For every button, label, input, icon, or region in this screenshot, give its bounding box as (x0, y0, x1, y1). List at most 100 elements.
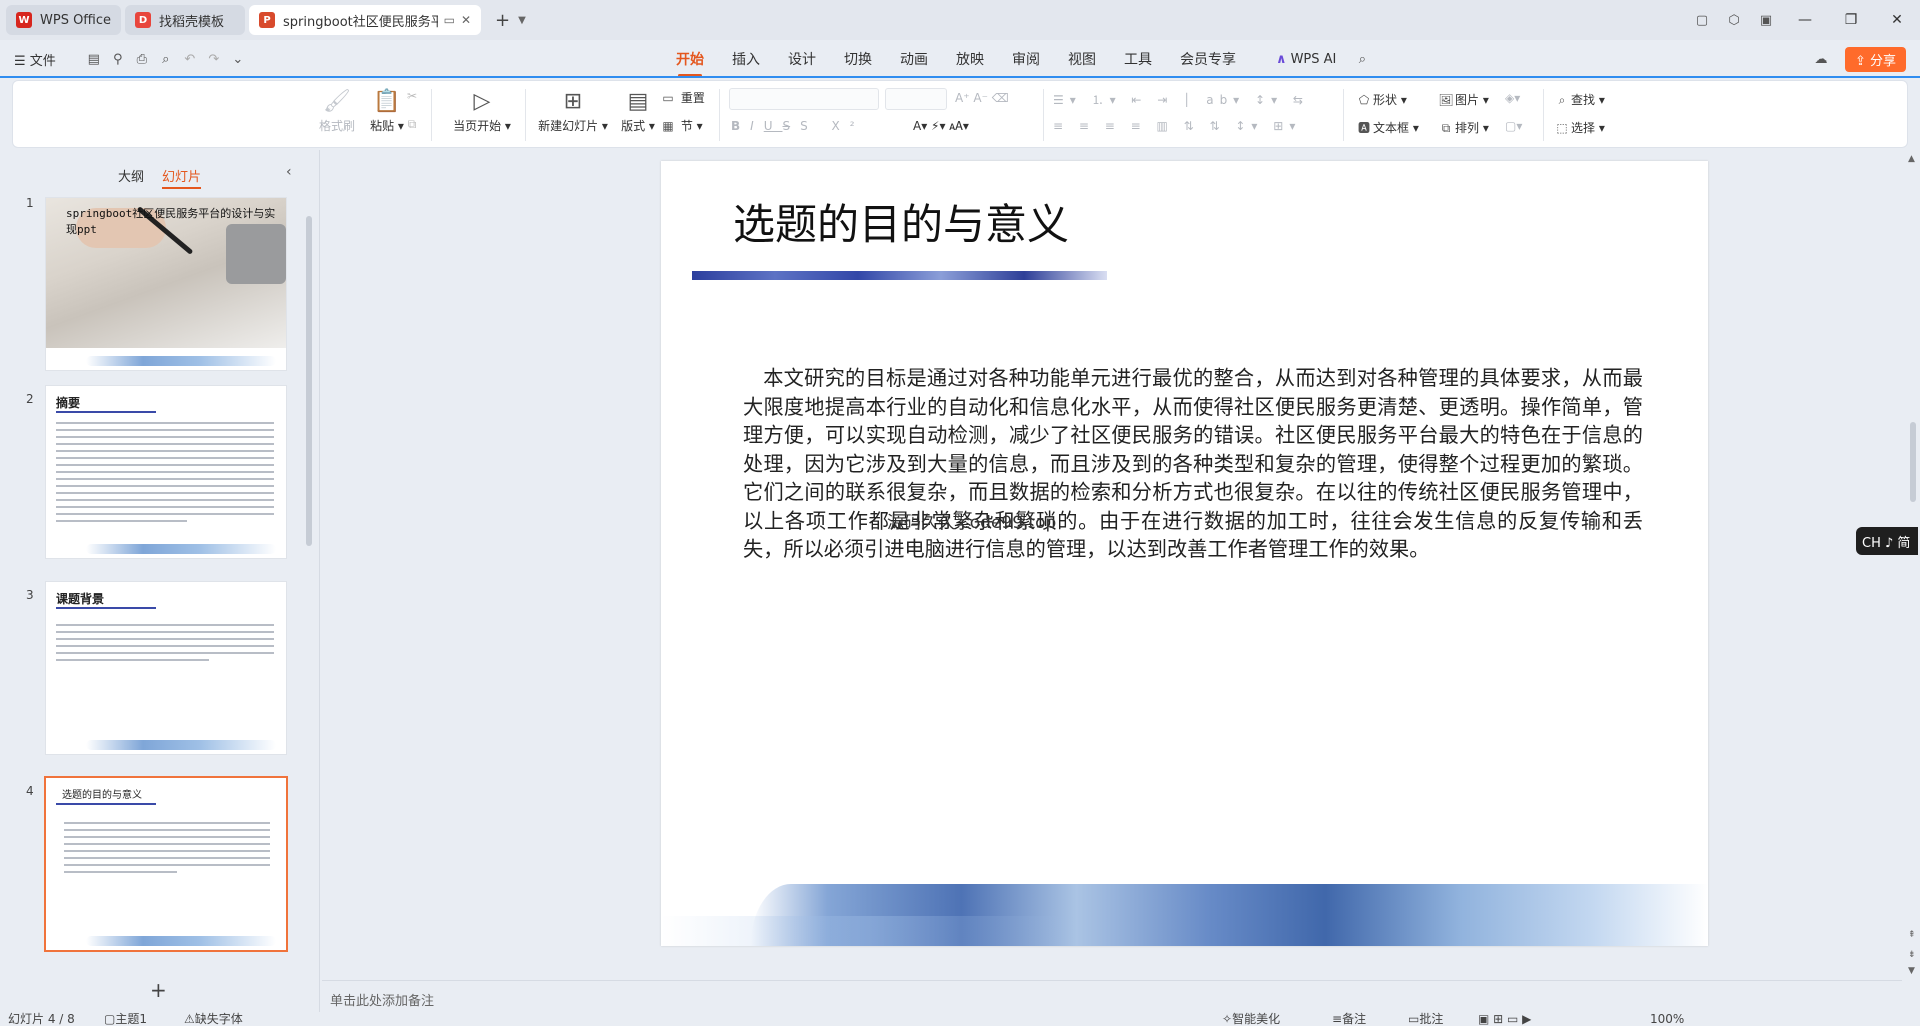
wps-ai-button[interactable]: ∧ WPS AI (1276, 52, 1336, 67)
font-family-select[interactable] (729, 88, 879, 110)
zoom-level[interactable]: 100% (1650, 1012, 1684, 1026)
picture-button[interactable]: 🖼图片 ▾ (1437, 91, 1488, 108)
comments-toggle[interactable]: ▭ 批注 (1408, 1012, 1443, 1026)
search-icon: ⌕ (1558, 93, 1566, 107)
new-slide-button[interactable]: ⊞ 新建幻灯片 ▾ (531, 87, 615, 134)
notes-area[interactable]: 单击此处添加备注 (322, 980, 1902, 1012)
chevron-down-icon[interactable]: ▼ (518, 15, 526, 26)
close-tab-icon[interactable]: ✕ (461, 13, 471, 27)
tab-home[interactable]: 开始 (676, 49, 704, 77)
section-button[interactable]: ▦ 节 ▾ (659, 117, 702, 134)
status-bar: 幻灯片 4 / 8 ▢ 主题1 ⚠ 缺失字体 ✧ 智能美化 ≡ 备注 ▭ 批注 … (0, 1012, 1920, 1026)
file-menu[interactable]: ☰ 文件 (14, 50, 56, 69)
save-icon[interactable]: ▤ (82, 52, 106, 67)
share-button[interactable]: ⇪ 分享 (1844, 46, 1906, 72)
missing-font-label[interactable]: ⚠ 缺失字体 (184, 1012, 243, 1026)
notes-toggle[interactable]: ≡ 备注 (1332, 1012, 1366, 1026)
start-show-button[interactable]: ▷ 当页开始 ▾ (445, 87, 519, 134)
shape-button[interactable]: ⬠ 形状 ▾ (1355, 91, 1407, 108)
chevron-left-icon[interactable]: ‹ (286, 164, 292, 180)
scroll-down-icon[interactable]: ▼ (1908, 966, 1915, 976)
view-mode-icons[interactable]: ▣ ⊞ ▭ ▶ (1478, 1012, 1531, 1026)
outline-icon[interactable]: ▢▾ (1505, 119, 1522, 133)
scroll-up-icon[interactable]: ▲ (1908, 154, 1915, 164)
key-icon[interactable]: ⚲ (106, 52, 130, 67)
print-preview-icon[interactable]: ⌕ (154, 52, 178, 67)
chevron-down-icon[interactable]: ⌄ (226, 52, 250, 67)
docer-logo-icon: D (135, 12, 152, 28)
picture-icon: 🖼 (1438, 93, 1454, 107)
layout-icon[interactable]: ▢ (1686, 13, 1718, 28)
theme-label[interactable]: ▢ 主题1 (104, 1012, 147, 1026)
next-slide-icon[interactable]: ⇟ (1908, 950, 1916, 960)
tab-slideshow[interactable]: 放映 (956, 49, 984, 69)
thumbnail-title: 课题背景 (56, 592, 105, 606)
slide-thumbnail-3[interactable]: 课题背景 (46, 582, 286, 754)
print-icon[interactable]: ⎙ (130, 52, 154, 67)
font-color-icon[interactable]: A▾ ⚡▾ 🗚▾ (913, 119, 969, 134)
textbox-button[interactable]: 🅰 文本框 ▾ (1355, 119, 1419, 136)
list-icons[interactable]: ☰▾ ⒈▾ ⇤ ⇥ │ ab▾ ↕▾ ⇆ (1053, 91, 1309, 108)
window-controls: ▢ ⬡ ▣ — ❐ ✕ (1686, 0, 1920, 40)
minimize-icon[interactable]: — (1782, 12, 1828, 28)
textbox-icon: 🅰 (1357, 121, 1370, 135)
prev-slide-icon[interactable]: ⇞ (1908, 930, 1916, 940)
layout-button[interactable]: ▤ 版式 ▾ (611, 87, 665, 134)
slide-thumbnail-2[interactable]: 摘要 (46, 386, 286, 558)
cloud-upload-icon[interactable]: ☁ (1809, 52, 1833, 67)
watermark: 源码久久 code99.top (887, 513, 1057, 533)
tab-wps-office[interactable]: W WPS Office (6, 5, 122, 35)
tab-current-document[interactable]: P springboot社区便民服务平 ▭ ✕ (249, 5, 482, 35)
select-icon: ⬚ (1556, 121, 1568, 135)
notes-placeholder: 单击此处添加备注 (330, 994, 435, 1009)
slide-title[interactable]: 选题的目的与意义 (733, 191, 1069, 252)
close-window-icon[interactable]: ✕ (1874, 12, 1920, 28)
tab-animation[interactable]: 动画 (900, 49, 928, 69)
current-slide[interactable]: 选题的目的与意义 本文研究的目标是通过对各种功能单元进行最优的整合，从而达到对各… (661, 161, 1708, 946)
select-button[interactable]: ⬚ 选择 ▾ (1553, 119, 1605, 136)
slide-body-text[interactable]: 本文研究的目标是通过对各种功能单元进行最优的整合，从而达到对各种管理的具体要求，… (743, 364, 1643, 564)
tab-review[interactable]: 审阅 (1012, 49, 1040, 69)
tab-design[interactable]: 设计 (788, 49, 816, 69)
redo-icon[interactable]: ↷ (202, 52, 226, 67)
tab-transition[interactable]: 切换 (844, 49, 872, 69)
cut-icon[interactable]: ✂ (403, 89, 421, 103)
slide-thumbnail-4[interactable]: 选题的目的与意义 (46, 778, 286, 950)
find-button[interactable]: ⌕ 查找 ▾ (1553, 91, 1605, 108)
slide-number: 3 (26, 588, 34, 602)
new-tab-icon[interactable]: + (495, 10, 510, 31)
add-slide-icon[interactable]: + (150, 978, 167, 1002)
arrange-button[interactable]: ⧉ 排列 ▾ (1437, 119, 1489, 136)
undo-icon[interactable]: ↶ (178, 52, 202, 67)
tab-insert[interactable]: 插入 (732, 49, 760, 69)
reset-icon: ▭ (662, 91, 674, 105)
reset-button[interactable]: ▭ 重置 (659, 89, 705, 106)
tab-member[interactable]: 会员专享 (1180, 49, 1236, 69)
slide-thumbnail-1[interactable]: springboot社区便民服务平台的设计与实现ppt (46, 198, 286, 370)
canvas-scrollbar[interactable]: ▲ ⇞ ⇟ ▼ (1906, 150, 1920, 980)
ime-indicator[interactable]: CH ♪ 简 (1856, 527, 1918, 555)
fill-icon[interactable]: ◈▾ (1505, 91, 1520, 105)
slide-number: 2 (26, 392, 34, 406)
avatar[interactable]: ▣ (1750, 13, 1782, 28)
restore-icon[interactable]: ❐ (1828, 12, 1874, 28)
font-grow-icon[interactable]: A⁺ A⁻ ⌫ (955, 91, 1009, 105)
search-icon[interactable]: ⌕ (1350, 52, 1374, 67)
tab-template[interactable]: D 找稻壳模板 (125, 5, 246, 35)
tab-tools[interactable]: 工具 (1124, 49, 1152, 69)
smart-beautify-button[interactable]: ✧ 智能美化 (1222, 1012, 1280, 1026)
tab-slides[interactable]: 幻灯片 (162, 166, 202, 189)
font-style-icons[interactable]: BIUS̶S X² (731, 119, 865, 133)
cube-icon[interactable]: ⬡ (1718, 13, 1750, 28)
thumbnail-title: 摘要 (56, 396, 81, 410)
tab-view[interactable]: 视图 (1068, 49, 1096, 69)
tab-outline[interactable]: 大纲 (118, 166, 144, 189)
paragraph-align-icons[interactable]: ≡ ≡ ≡ ≡ ▥ ⇅ ⇅ ↕▾ ⊞▾ (1053, 119, 1301, 133)
font-size-select[interactable] (885, 88, 947, 110)
panel-scrollbar[interactable] (306, 216, 312, 546)
copy-icon[interactable]: ⧉ (403, 117, 421, 132)
ppt-logo-icon: P (259, 12, 276, 28)
window-icon[interactable]: ▭ (444, 13, 455, 27)
title-underline (692, 271, 1107, 280)
slide-canvas: 选题的目的与意义 本文研究的目标是通过对各种功能单元进行最优的整合，从而达到对各… (322, 150, 1902, 980)
